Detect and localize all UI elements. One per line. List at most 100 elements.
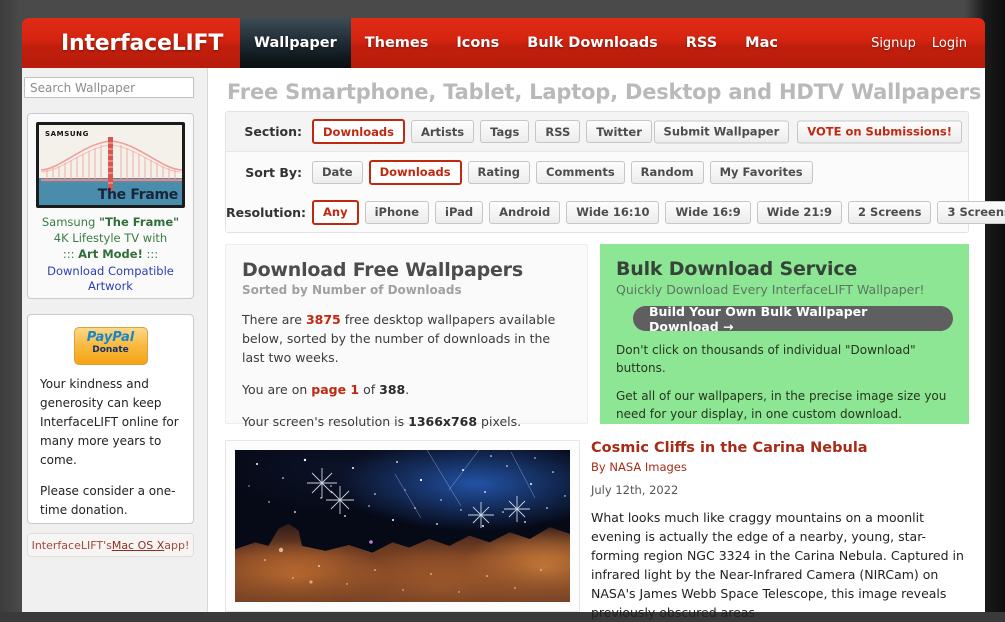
resolution-button-2-screens[interactable]: 2 Screens	[848, 200, 932, 224]
screen-resolution-value: 1366x768	[408, 414, 478, 429]
bulk-para-2: Get all of our wallpapers, in the precis…	[616, 389, 947, 421]
samsung-tv-image: SAMSUNG The Frame	[36, 122, 185, 208]
mac-app-prefix: InterfaceLIFT's	[31, 538, 112, 552]
bulk-panel-title: Bulk Download Service	[616, 258, 858, 280]
ad-line3-suffix: :::	[142, 247, 159, 261]
pagination-text: You are on page 1 of 388.	[242, 380, 571, 399]
nav-item-mac[interactable]: Mac	[731, 18, 792, 68]
sort-button-downloads[interactable]: Downloads	[368, 159, 462, 185]
wallpaper-thumbnail-frame[interactable]	[225, 440, 580, 612]
section-label: Section:	[244, 124, 302, 139]
sort-label: Sort By:	[245, 164, 302, 180]
resolution-button-3-screens[interactable]: 3 Screens	[937, 200, 1005, 224]
section-button-downloads[interactable]: Downloads	[312, 119, 405, 144]
main-content: Free Smartphone, Tablet, Laptop, Desktop…	[209, 68, 1005, 620]
paypal-word-pay: Pay	[86, 330, 113, 345]
wallpaper-title[interactable]: Cosmic Cliffs in the Carina Nebula	[591, 440, 969, 456]
bulk-para-1: Don't click on thousands of individual "…	[616, 343, 916, 375]
filter-row-resolution: Resolution: Any iPhone iPad Android Wide…	[226, 192, 1005, 232]
page-body: SAMSUNG	[22, 68, 1005, 620]
cliff-stars-overlay	[264, 540, 542, 593]
vote-on-submissions-button[interactable]: VOTE on Submissions!	[797, 120, 962, 143]
section-button-rss[interactable]: RSS	[535, 120, 581, 143]
submit-wallpaper-button[interactable]: Submit Wallpaper	[653, 120, 790, 143]
screen-resolution-text: Your screen's resolution is 1366x768 pix…	[242, 412, 571, 431]
resolution-button-ipad[interactable]: iPad	[435, 200, 484, 224]
site-header: InterfaceLIFT Wallpaper Themes Icons Bul…	[22, 18, 985, 68]
nav-item-wallpaper[interactable]: Wallpaper	[240, 18, 351, 68]
account-links: Signup Login	[871, 18, 967, 68]
paypal-donate-label: Donate	[92, 345, 129, 355]
ad-line3-bold: Art Mode!	[78, 247, 143, 261]
site-logo[interactable]: InterfaceLIFT	[61, 31, 223, 56]
paypal-word-pal: Pal	[112, 330, 135, 345]
count-prefix: There are	[242, 312, 306, 327]
download-panel-subtitle: Sorted by Number of Downloads	[242, 283, 462, 297]
sort-button-date[interactable]: Date	[312, 160, 363, 184]
page-of: of	[359, 382, 380, 397]
bulk-panel-subtitle: Quickly Download Every InterfaceLIFT Wal…	[616, 282, 925, 297]
search-input[interactable]	[24, 77, 194, 98]
page-prefix: You are on	[242, 382, 312, 397]
login-link[interactable]: Login	[932, 36, 967, 51]
the-frame-caption: The Frame	[97, 187, 179, 203]
total-pages: 388	[379, 382, 406, 397]
mac-app-suffix: app!	[164, 538, 190, 552]
ad-line3-prefix: :::	[62, 247, 79, 261]
paypal-para-1: Your kindness and generosity can keep In…	[40, 377, 179, 467]
sort-button-random[interactable]: Random	[630, 160, 704, 184]
sort-button-rating[interactable]: Rating	[467, 160, 531, 184]
page-root: InterfaceLIFT Wallpaper Themes Icons Bul…	[0, 0, 1005, 620]
by-prefix: By	[591, 460, 610, 474]
paypal-donate-card: PayPal Donate Your kindness and generosi…	[27, 314, 194, 524]
signup-link[interactable]: Signup	[871, 36, 916, 51]
section-button-artists[interactable]: Artists	[410, 120, 475, 143]
wallpaper-date: July 12th, 2022	[591, 483, 679, 497]
samsung-ad-text: Samsung "The Frame" 4K Lifestyle TV with…	[28, 214, 193, 262]
resolution-button-wide-21-9[interactable]: Wide 21:9	[756, 200, 843, 224]
section-action-buttons: Submit Wallpaper VOTE on Submissions!	[646, 120, 962, 143]
filter-row-sort: Sort By: Date Downloads Rating Comments …	[226, 152, 968, 192]
build-bulk-download-button[interactable]: Build Your Own Bulk Wallpaper Download →	[633, 304, 953, 334]
page-title: Free Smartphone, Tablet, Laptop, Desktop…	[227, 80, 982, 104]
sort-button-my-favorites[interactable]: My Favorites	[709, 160, 813, 184]
carina-nebula-thumbnail-image[interactable]	[235, 450, 570, 602]
nav-item-themes[interactable]: Themes	[351, 18, 443, 68]
paypal-description: Your kindness and generosity can keep In…	[40, 375, 186, 520]
wallpaper-author[interactable]: NASA Images	[609, 460, 687, 474]
nav-item-bulk-downloads[interactable]: Bulk Downloads	[513, 18, 671, 68]
resolution-label: Resolution:	[226, 204, 307, 220]
mac-app-link-text[interactable]: Mac OS X	[112, 539, 164, 552]
filter-row-section: Section: Downloads Artists Tags RSS Twit…	[226, 112, 968, 152]
wallpaper-author-line: By NASA Images	[591, 460, 969, 474]
page-period: .	[405, 382, 410, 397]
download-panel-title: Download Free Wallpapers	[242, 259, 523, 281]
nav-item-rss[interactable]: RSS	[672, 18, 731, 68]
resolution-button-iphone[interactable]: iPhone	[364, 200, 430, 224]
current-page: page 1	[311, 382, 360, 397]
wallpaper-count-text: There are 3875 free desktop wallpapers a…	[242, 310, 571, 367]
sidebar: SAMSUNG	[22, 68, 208, 612]
mac-os-x-app-link[interactable]: InterfaceLIFT's Mac OS X app!	[27, 533, 194, 557]
section-button-twitter[interactable]: Twitter	[586, 120, 652, 143]
download-compatible-artwork-link[interactable]: Download Compatible Artwork	[28, 264, 193, 294]
resolution-button-any[interactable]: Any	[312, 199, 359, 225]
paypal-para-2: Please consider a one-time donation.	[40, 484, 176, 517]
download-info-panel: Download Free Wallpapers Sorted by Numbe…	[225, 244, 588, 429]
ad-line1-prefix: Samsung	[41, 215, 99, 229]
resolution-button-wide-16-9[interactable]: Wide 16:9	[665, 200, 751, 224]
wallpaper-details: Cosmic Cliffs in the Carina Nebula By NA…	[591, 440, 969, 622]
sort-button-comments[interactable]: Comments	[536, 160, 625, 184]
section-button-tags[interactable]: Tags	[480, 120, 530, 143]
ad-line2: 4K Lifestyle TV with	[53, 231, 168, 245]
bulk-download-panel: Bulk Download Service Quickly Download E…	[600, 244, 969, 424]
nav-item-icons[interactable]: Icons	[442, 18, 513, 68]
res-suffix: pixels.	[477, 414, 522, 429]
paypal-donate-button[interactable]: PayPal Donate	[73, 327, 148, 365]
resolution-button-android[interactable]: Android	[489, 200, 561, 224]
wallpaper-count: 3875	[305, 312, 341, 327]
samsung-ad-card[interactable]: SAMSUNG The Frame Samsung "The Frame" 4K…	[27, 113, 194, 299]
res-prefix: Your screen's resolution is	[242, 414, 409, 429]
wallpaper-description: What looks much like craggy mountains on…	[591, 510, 964, 620]
resolution-button-wide-16-10[interactable]: Wide 16:10	[566, 200, 660, 224]
